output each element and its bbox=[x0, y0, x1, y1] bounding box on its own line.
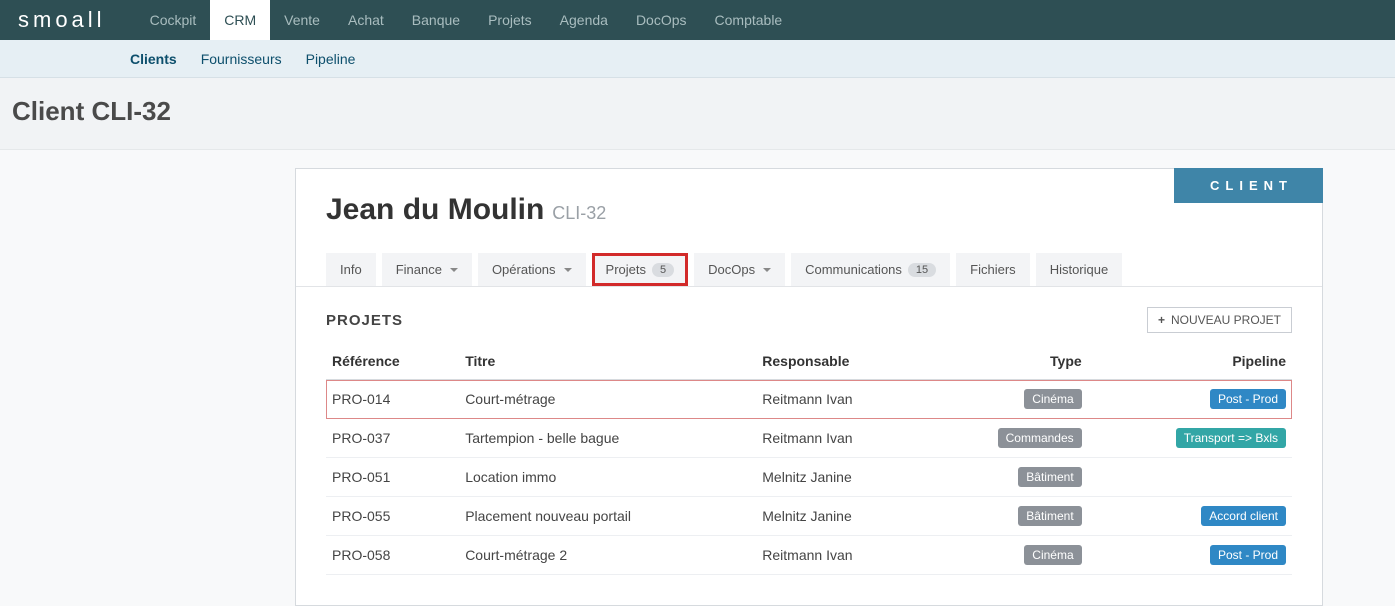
badge-count: 5 bbox=[652, 263, 674, 277]
col-type: Type bbox=[927, 343, 1087, 380]
cell-pipeline: Accord client bbox=[1088, 497, 1292, 536]
cell-reference: PRO-014 bbox=[326, 380, 459, 419]
cell-pipeline: Post - Prod bbox=[1088, 380, 1292, 419]
type-tag: Bâtiment bbox=[1018, 467, 1081, 487]
plus-icon: + bbox=[1158, 313, 1165, 327]
client-code: CLI-32 bbox=[552, 203, 606, 223]
client-badge: CLIENT bbox=[1174, 168, 1323, 203]
tab-finance[interactable]: Finance bbox=[382, 253, 472, 286]
cell-type: Commandes bbox=[927, 419, 1087, 458]
cell-pipeline bbox=[1088, 458, 1292, 497]
tab-docops[interactable]: DocOps bbox=[694, 253, 785, 286]
tab-label: Communications bbox=[805, 262, 902, 277]
cell-title: Court-métrage bbox=[459, 380, 756, 419]
topnav-achat[interactable]: Achat bbox=[334, 0, 398, 40]
client-card: CLIENT Jean du Moulin CLI-32 Info Finance… bbox=[295, 168, 1323, 606]
new-project-button[interactable]: + NOUVEAU PROJET bbox=[1147, 307, 1292, 333]
subnav-fournisseurs[interactable]: Fournisseurs bbox=[189, 40, 294, 78]
cell-type: Bâtiment bbox=[927, 458, 1087, 497]
section-title: PROJETS bbox=[326, 312, 403, 329]
sub-nav: ClientsFournisseursPipeline bbox=[0, 40, 1395, 78]
tab-info[interactable]: Info bbox=[326, 253, 376, 286]
cell-responsable: Melnitz Janine bbox=[756, 458, 927, 497]
cell-reference: PRO-037 bbox=[326, 419, 459, 458]
tab-label: Historique bbox=[1050, 262, 1109, 277]
page-title-band: Client CLI-32 bbox=[0, 78, 1395, 150]
tab-historique[interactable]: Historique bbox=[1036, 253, 1123, 286]
cell-reference: PRO-051 bbox=[326, 458, 459, 497]
cell-reference: PRO-055 bbox=[326, 497, 459, 536]
table-row[interactable]: PRO-055Placement nouveau portailMelnitz … bbox=[326, 497, 1292, 536]
cell-responsable: Melnitz Janine bbox=[756, 497, 927, 536]
topnav-agenda[interactable]: Agenda bbox=[546, 0, 622, 40]
cell-pipeline: Transport => Bxls bbox=[1088, 419, 1292, 458]
tab-label: Info bbox=[340, 262, 362, 277]
col-pipeline: Pipeline bbox=[1088, 343, 1292, 380]
page-title: Client CLI-32 bbox=[12, 96, 1383, 127]
app-logo: smoall bbox=[18, 7, 106, 33]
topnav-projets[interactable]: Projets bbox=[474, 0, 546, 40]
chevron-down-icon bbox=[564, 268, 572, 276]
cell-responsable: Reitmann Ivan bbox=[756, 536, 927, 575]
col-reference: Référence bbox=[326, 343, 459, 380]
pipeline-tag: Transport => Bxls bbox=[1176, 428, 1286, 448]
tab-opérations[interactable]: Opérations bbox=[478, 253, 586, 286]
cell-pipeline: Post - Prod bbox=[1088, 536, 1292, 575]
tab-communications[interactable]: Communications 15 bbox=[791, 253, 950, 286]
topnav-cockpit[interactable]: Cockpit bbox=[136, 0, 211, 40]
tabs-bar: Info Finance Opérations Projets 5 DocOps Commu… bbox=[296, 235, 1322, 287]
subnav-clients[interactable]: Clients bbox=[118, 40, 189, 78]
chevron-down-icon bbox=[450, 268, 458, 276]
cell-reference: PRO-058 bbox=[326, 536, 459, 575]
cell-title: Tartempion - belle bague bbox=[459, 419, 756, 458]
tab-label: Opérations bbox=[492, 262, 556, 277]
top-nav: smoall CockpitCRMVenteAchatBanqueProjets… bbox=[0, 0, 1395, 40]
badge-count: 15 bbox=[908, 263, 936, 277]
tab-label: Fichiers bbox=[970, 262, 1016, 277]
cell-responsable: Reitmann Ivan bbox=[756, 419, 927, 458]
tab-label: DocOps bbox=[708, 262, 755, 277]
chevron-down-icon bbox=[763, 268, 771, 276]
tab-label: Finance bbox=[396, 262, 442, 277]
cell-title: Placement nouveau portail bbox=[459, 497, 756, 536]
client-name: Jean du Moulin bbox=[326, 193, 544, 226]
pipeline-tag: Post - Prod bbox=[1210, 545, 1286, 565]
table-row[interactable]: PRO-037Tartempion - belle bagueReitmann … bbox=[326, 419, 1292, 458]
cell-type: Bâtiment bbox=[927, 497, 1087, 536]
cell-title: Court-métrage 2 bbox=[459, 536, 756, 575]
type-tag: Bâtiment bbox=[1018, 506, 1081, 526]
pipeline-tag: Post - Prod bbox=[1210, 389, 1286, 409]
projects-table: Référence Titre Responsable Type Pipelin… bbox=[326, 343, 1292, 575]
type-tag: Commandes bbox=[998, 428, 1082, 448]
new-project-label: NOUVEAU PROJET bbox=[1171, 313, 1281, 327]
pipeline-tag: Accord client bbox=[1201, 506, 1286, 526]
cell-responsable: Reitmann Ivan bbox=[756, 380, 927, 419]
table-row[interactable]: PRO-058Court-métrage 2Reitmann Ivan Ciném… bbox=[326, 536, 1292, 575]
topnav-docops[interactable]: DocOps bbox=[622, 0, 701, 40]
table-row[interactable]: PRO-014Court-métrageReitmann Ivan Cinéma P… bbox=[326, 380, 1292, 419]
tab-fichiers[interactable]: Fichiers bbox=[956, 253, 1030, 286]
topnav-banque[interactable]: Banque bbox=[398, 0, 474, 40]
type-tag: Cinéma bbox=[1024, 389, 1081, 409]
cell-type: Cinéma bbox=[927, 536, 1087, 575]
topnav-crm[interactable]: CRM bbox=[210, 0, 270, 40]
cell-title: Location immo bbox=[459, 458, 756, 497]
col-responsable: Responsable bbox=[756, 343, 927, 380]
type-tag: Cinéma bbox=[1024, 545, 1081, 565]
col-title: Titre bbox=[459, 343, 756, 380]
table-row[interactable]: PRO-051Location immoMelnitz Janine Bâtime… bbox=[326, 458, 1292, 497]
cell-type: Cinéma bbox=[927, 380, 1087, 419]
subnav-pipeline[interactable]: Pipeline bbox=[294, 40, 368, 78]
tab-projets[interactable]: Projets 5 bbox=[592, 253, 689, 286]
topnav-comptable[interactable]: Comptable bbox=[701, 0, 797, 40]
topnav-vente[interactable]: Vente bbox=[270, 0, 334, 40]
tab-label: Projets bbox=[606, 262, 646, 277]
